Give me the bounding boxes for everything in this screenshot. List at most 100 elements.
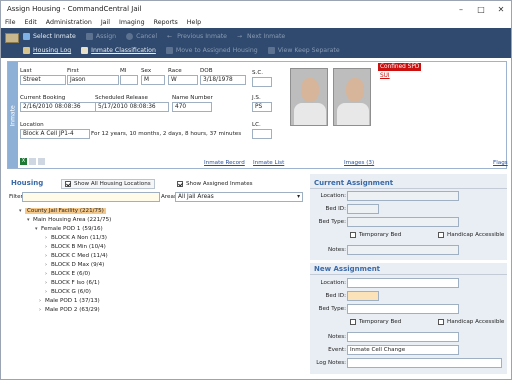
menu-imaging[interactable]: Imaging: [119, 19, 145, 26]
areas-select[interactable]: All Jail Areas ▾: [175, 192, 303, 202]
assign-button[interactable]: Assign: [85, 33, 116, 40]
sui-flag[interactable]: SUI: [380, 73, 390, 79]
tree-node[interactable]: ▾ Main Housing Area (221/75): [27, 217, 111, 223]
name-number-label: Name Number: [172, 95, 213, 101]
select-inmate-button[interactable]: Select Inmate: [23, 33, 76, 40]
name-number-field: 470: [172, 102, 212, 112]
next-arrow-icon: →: [237, 33, 243, 40]
inmate-record-link[interactable]: Inmate Record: [204, 160, 245, 166]
filter-label: Filter: [9, 194, 23, 200]
current-booking-label: Current Booking: [20, 95, 66, 101]
close-icon[interactable]: ✕: [491, 1, 511, 17]
tree-node[interactable]: › BLOCK G (6/0): [45, 289, 91, 295]
menu-file[interactable]: File: [5, 19, 16, 26]
checkbox-icon: [438, 232, 444, 238]
housing-icon: [5, 33, 19, 43]
log-notes-label: Log Notes:: [316, 360, 346, 366]
lc-field: [252, 129, 272, 139]
log-notes-field[interactable]: [347, 358, 502, 368]
inmate-tab: Inmate: [8, 62, 18, 168]
copy-icon[interactable]: [29, 158, 36, 165]
new-bed-type-field[interactable]: [347, 304, 459, 314]
select-inmate-icon: [23, 33, 30, 40]
current-temporary-bed-checkbox: Temporary Bed: [350, 232, 401, 238]
toolbar: Select Inmate Assign Cancel ← Previous In…: [1, 28, 511, 58]
current-handicap-checkbox: Handicap Accessible: [438, 232, 504, 238]
tree-node[interactable]: › BLOCK C Med (11/4): [45, 253, 108, 259]
show-assigned-inmates-checkbox[interactable]: Show Assigned Inmates: [173, 179, 257, 189]
menu-edit[interactable]: Edit: [25, 19, 37, 26]
lc-label: LC.: [252, 122, 261, 128]
inmate-list-link[interactable]: Inmate List: [253, 160, 284, 166]
menu-jail[interactable]: Jail: [101, 19, 110, 26]
new-temporary-bed-checkbox[interactable]: Temporary Bed: [350, 319, 401, 325]
current-bed-id-label: Bed ID:: [325, 206, 346, 212]
tree-node[interactable]: › BLOCK F Iso (6/1): [45, 280, 100, 286]
move-to-assigned-housing-button[interactable]: Move to Assigned Housing: [165, 47, 258, 54]
new-bed-type-label: Bed Type:: [318, 306, 346, 312]
toolbar-row-1: Select Inmate Assign Cancel ← Previous In…: [23, 30, 295, 43]
new-notes-label: Notes:: [327, 334, 346, 340]
filter-input[interactable]: [22, 192, 160, 202]
first-label: First: [67, 68, 79, 74]
images-link[interactable]: Images (3): [344, 160, 374, 166]
scheduled-release-label: Scheduled Release: [95, 95, 148, 101]
menu-administration[interactable]: Administration: [46, 19, 92, 26]
new-notes-field[interactable]: [347, 332, 459, 342]
next-inmate-button[interactable]: → Next Inmate: [237, 33, 285, 40]
classification-icon: [81, 47, 89, 54]
tree-node[interactable]: › BLOCK D Max (9/4): [45, 262, 104, 268]
sc-field: [252, 77, 272, 87]
new-bed-id-label: Bed ID:: [325, 293, 346, 299]
last-label: Last: [20, 68, 32, 74]
sex-label: Sex: [141, 68, 152, 74]
tree-node[interactable]: › BLOCK E (6/0): [45, 271, 90, 277]
new-bed-id-field[interactable]: [347, 291, 379, 301]
checkbox-icon: [438, 319, 444, 325]
title-bar: Assign Housing - CommandCentral Jail – □…: [1, 1, 511, 17]
assignment-panel: Current Assignment Location: Bed ID: Bed…: [310, 174, 507, 374]
chevron-down-icon: ▾: [297, 194, 300, 200]
housing-title: Housing: [11, 179, 44, 187]
print-icon[interactable]: [38, 158, 45, 165]
show-all-housing-checkbox[interactable]: Show All Housing Locations: [61, 179, 155, 189]
mi-field: [120, 75, 138, 85]
inmate-photo-front[interactable]: [290, 68, 328, 126]
inmate-panel: Inmate Last Street First Jason MI Sex M …: [7, 61, 508, 169]
tree-node[interactable]: › BLOCK A Non (11/3): [45, 235, 107, 241]
race-label: Race: [168, 68, 182, 74]
new-handicap-checkbox[interactable]: Handicap Accessible: [438, 319, 504, 325]
previous-inmate-button[interactable]: ← Previous Inmate: [167, 33, 227, 40]
first-name-field: Jason: [67, 75, 119, 85]
checkbox-icon: [350, 232, 356, 238]
confined-spd-badge: Confined SPD: [378, 63, 422, 71]
housing-log-icon: [23, 47, 30, 54]
sex-field: M: [141, 75, 165, 85]
excel-icon[interactable]: X: [20, 158, 27, 165]
tree-node[interactable]: › Male POD 2 (63/29): [39, 307, 100, 313]
event-label: Event:: [328, 347, 346, 353]
view-keep-separate-button[interactable]: View Keep Separate: [267, 47, 340, 54]
inmate-classification-button[interactable]: Inmate Classification: [81, 47, 156, 54]
current-bed-type-field: [347, 217, 459, 227]
tree-node[interactable]: ▾ Female POD 1 (59/16): [35, 226, 103, 232]
housing-panel: Housing Show All Housing Locations Show …: [7, 174, 307, 374]
menu-help[interactable]: Help: [187, 19, 201, 26]
cancel-button[interactable]: Cancel: [126, 33, 157, 40]
tree-node[interactable]: › Male POD 1 (37/13): [39, 298, 100, 304]
housing-log-button[interactable]: Housing Log: [23, 47, 71, 54]
maximize-icon[interactable]: □: [471, 1, 491, 17]
keep-separate-icon: [267, 47, 275, 54]
tree-node[interactable]: › BLOCK B Min (10/4): [45, 244, 106, 250]
move-icon: [165, 47, 173, 54]
inmate-photo-side[interactable]: [333, 68, 371, 126]
js-label: J.S.: [252, 95, 261, 101]
current-assignment-title: Current Assignment: [314, 179, 394, 187]
tree-node[interactable]: ▾ County Jail Facility (221/75): [19, 208, 106, 214]
flags-link[interactable]: Flags: [493, 160, 508, 166]
event-field[interactable]: Inmate Cell Change: [347, 345, 459, 355]
new-location-field[interactable]: [347, 278, 459, 288]
menu-reports[interactable]: Reports: [154, 19, 178, 26]
checkbox-icon: [350, 319, 356, 325]
minimize-icon[interactable]: –: [451, 1, 471, 17]
